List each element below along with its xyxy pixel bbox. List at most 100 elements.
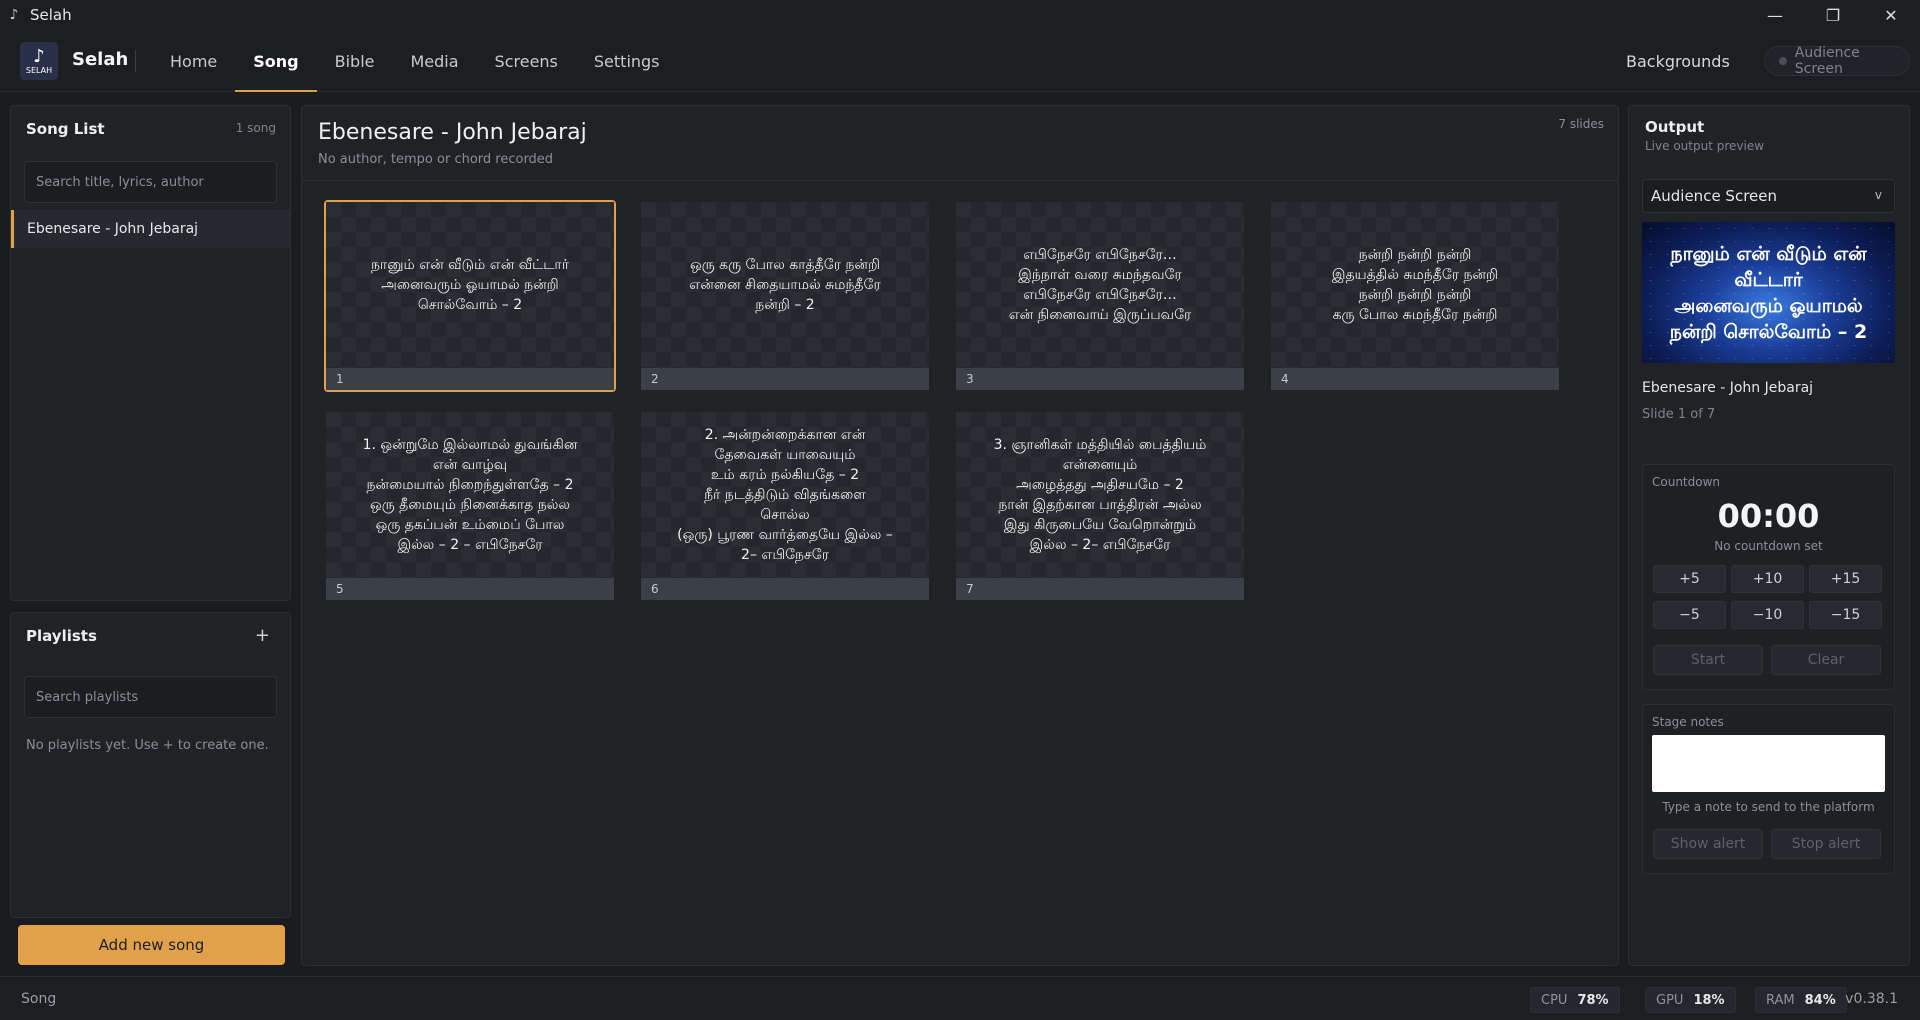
countdown-minus-5-button[interactable]: −5 — [1653, 601, 1726, 629]
tab-song[interactable]: Song — [235, 30, 317, 92]
cpu-value: 78% — [1577, 992, 1609, 1008]
backgrounds-button[interactable]: Backgrounds — [1620, 48, 1736, 75]
preview-text: நானும் என் வீடும் என் வீட்டார் அனைவரும் … — [1669, 242, 1868, 343]
status-bar: Song CPU 78% GPU 18% RAM 84% v0.38.1 — [0, 976, 1920, 1020]
brand-name: Selah — [72, 49, 129, 70]
restore-icon[interactable]: ❐ — [1804, 0, 1862, 30]
cpu-label: CPU — [1541, 992, 1568, 1008]
countdown-plus-15-button[interactable]: +15 — [1809, 565, 1882, 593]
countdown-time: 00:00 — [1717, 497, 1820, 535]
slide-number: 5 — [326, 578, 614, 600]
countdown-minus-10-button[interactable]: −10 — [1731, 601, 1804, 629]
ram-label: RAM — [1766, 992, 1795, 1008]
slide-count: 7 slides — [1558, 117, 1604, 131]
slide-text: 1. ஒன்றுமே இல்லாமல் துவங்கின என் வாழ்வு … — [326, 412, 614, 578]
output-title: Output — [1645, 118, 1705, 136]
countdown-plus-10-button[interactable]: +10 — [1731, 565, 1804, 593]
song-subtitle: No author, tempo or chord recorded — [318, 152, 554, 167]
title-bar: ♪ Selah — ❐ ✕ — [0, 0, 1920, 30]
slide-card[interactable]: ஒரு கரு போல காத்தீரே நன்றி என்னை சிதையாம… — [639, 200, 931, 392]
gpu-label: GPU — [1656, 992, 1684, 1008]
slide-card[interactable]: எபிநேசரே எபிநேசரே… இந்நாள் வரை சுமந்தவரே… — [954, 200, 1246, 392]
tab-media[interactable]: Media — [392, 30, 476, 92]
tab-bible[interactable]: Bible — [317, 30, 393, 92]
slide-text: நானும் என் வீடும் என் வீட்டார் அனைவரும் … — [326, 202, 614, 368]
live-preview: நானும் என் வீடும் என் வீட்டார் அனைவரும் … — [1642, 222, 1895, 363]
song-title: Ebenesare - John Jebaraj — [318, 120, 587, 145]
playlist-search-input[interactable]: Search playlists — [24, 676, 277, 718]
music-note-icon: ♪ — [9, 7, 19, 23]
ram-stat: RAM 84% — [1755, 987, 1847, 1013]
stage-note-input[interactable] — [1652, 735, 1885, 792]
add-new-song-button[interactable]: Add new song — [18, 925, 285, 965]
song-editor: Ebenesare - John Jebaraj No author, temp… — [301, 105, 1619, 966]
playlists-title: Playlists — [26, 627, 97, 645]
brand-divider — [135, 50, 136, 72]
countdown-minus-15-button[interactable]: −15 — [1809, 601, 1882, 629]
gpu-value: 18% — [1693, 992, 1725, 1008]
song-list-panel: Song List 1 song Search title, lyrics, a… — [10, 105, 291, 601]
slide-card[interactable]: நன்றி நன்றி நன்றி இதயத்தில் சுமந்தீரே நன… — [1269, 200, 1561, 392]
countdown-status: No countdown set — [1714, 539, 1823, 553]
slide-card[interactable]: நானும் என் வீடும் என் வீட்டார் அனைவரும் … — [324, 200, 616, 392]
app-header: ♪ SELAH Selah Home Song Bible Media Scre… — [0, 30, 1920, 92]
countdown-panel: Countdown 00:00 No countdown set +5 +10 … — [1642, 464, 1895, 690]
countdown-plus-5-button[interactable]: +5 — [1653, 565, 1726, 593]
stage-notes-panel: Stage notes Type a note to send to the p… — [1642, 704, 1895, 874]
slide-number: 1 — [326, 368, 614, 390]
stage-note-hint: Type a note to send to the platform — [1662, 800, 1875, 814]
window-controls: — ❐ ✕ — [1746, 0, 1920, 30]
main-nav: Home Song Bible Media Screens Settings — [152, 30, 678, 92]
tab-screens[interactable]: Screens — [477, 30, 576, 92]
output-panel: Output Live output preview Audience Scre… — [1628, 105, 1910, 966]
playlists-panel: Playlists + Search playlists No playlist… — [10, 612, 291, 918]
slide-card[interactable]: 1. ஒன்றுமே இல்லாமல் துவங்கின என் வாழ்வு … — [324, 410, 616, 602]
slide-card[interactable]: 2. அன்றன்றைக்கான என் தேவைகள் யாவையும் உம… — [639, 410, 931, 602]
logo-glyph-icon: ♪ — [33, 45, 45, 67]
chevron-down-icon: v — [1874, 188, 1882, 202]
cpu-stat: CPU 78% — [1530, 987, 1620, 1013]
slide-number: 3 — [956, 368, 1244, 390]
slide-text: 2. அன்றன்றைக்கான என் தேவைகள் யாவையும் உம… — [641, 412, 929, 578]
live-song-name: Ebenesare - John Jebaraj — [1642, 380, 1814, 396]
output-subtitle: Live output preview — [1645, 139, 1765, 153]
slide-number: 7 — [956, 578, 1244, 600]
screen-select-value: Audience Screen — [1651, 187, 1778, 205]
live-slide-position: Slide 1 of 7 — [1642, 407, 1716, 422]
tab-home[interactable]: Home — [152, 30, 235, 92]
gpu-stat: GPU 18% — [1645, 987, 1736, 1013]
window-title: Selah — [30, 6, 72, 24]
slide-number: 4 — [1271, 368, 1559, 390]
header-divider — [302, 180, 1618, 181]
screen-select[interactable]: Audience Screen v — [1642, 179, 1895, 213]
slide-text: 3. ஞானிகள் மத்தியில் பைத்தியம் என்னையும்… — [956, 412, 1244, 578]
playlists-empty-text: No playlists yet. Use + to create one. — [26, 738, 269, 753]
countdown-label: Countdown — [1652, 475, 1721, 489]
stop-alert-button[interactable]: Stop alert — [1771, 829, 1881, 859]
audience-screen-toggle[interactable]: Audience Screen — [1764, 45, 1910, 77]
minimize-icon[interactable]: — — [1746, 0, 1804, 30]
close-icon[interactable]: ✕ — [1862, 0, 1920, 30]
stage-notes-label: Stage notes — [1652, 715, 1724, 729]
slide-card[interactable]: 3. ஞானிகள் மத்தியில் பைத்தியம் என்னையும்… — [954, 410, 1246, 602]
slide-text: நன்றி நன்றி நன்றி இதயத்தில் சுமந்தீரே நன… — [1271, 202, 1559, 368]
countdown-start-button[interactable]: Start — [1653, 645, 1763, 675]
add-playlist-button[interactable]: + — [255, 625, 270, 646]
slide-text: எபிநேசரே எபிநேசரே… இந்நாள் வரை சுமந்தவரே… — [956, 202, 1244, 368]
countdown-clear-button[interactable]: Clear — [1771, 645, 1881, 675]
status-dot-icon — [1779, 57, 1787, 65]
current-section: Song — [21, 991, 57, 1007]
slide-text: ஒரு கரு போல காத்தீரே நன்றி என்னை சிதையாம… — [641, 202, 929, 368]
song-list-item[interactable]: Ebenesare - John Jebaraj — [11, 210, 290, 248]
audience-screen-label: Audience Screen — [1794, 45, 1860, 77]
song-count: 1 song — [235, 121, 276, 135]
slide-number: 6 — [641, 578, 929, 600]
song-search-input[interactable]: Search title, lyrics, author — [24, 161, 277, 203]
show-alert-button[interactable]: Show alert — [1653, 829, 1763, 859]
slide-number: 2 — [641, 368, 929, 390]
app-logo: ♪ SELAH — [20, 42, 58, 80]
tab-settings[interactable]: Settings — [576, 30, 678, 92]
app-version: v0.38.1 — [1845, 991, 1898, 1007]
ram-value: 84% — [1804, 992, 1836, 1008]
song-list-title: Song List — [26, 120, 105, 138]
